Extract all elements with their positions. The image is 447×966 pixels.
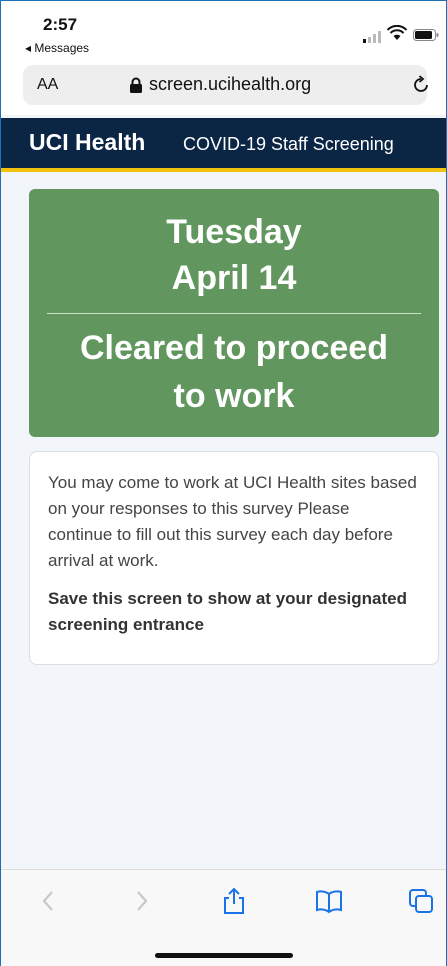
result-day: Tuesday	[166, 213, 302, 251]
brand-logo-text[interactable]: UCI Health	[29, 129, 145, 156]
tabs-icon[interactable]	[406, 886, 436, 916]
browser-address-area: AA screen.ucihealth.org	[1, 59, 446, 115]
signal-icon	[363, 31, 381, 43]
forward-icon[interactable]	[126, 886, 156, 916]
info-card: You may come to work at UCI Health sites…	[29, 451, 439, 665]
result-status-line2: to work	[173, 377, 295, 415]
address-bar[interactable]: AA screen.ucihealth.org	[23, 65, 428, 105]
share-icon[interactable]	[219, 886, 249, 916]
back-icon[interactable]	[34, 886, 64, 916]
url-text[interactable]: screen.ucihealth.org	[149, 74, 311, 95]
status-time: 2:57	[43, 15, 78, 34]
back-to-messages[interactable]: ◂ Messages	[25, 41, 89, 55]
header-subtitle: COVID-19 Staff Screening	[183, 134, 394, 154]
wifi-icon	[387, 25, 407, 40]
battery-icon	[413, 29, 439, 41]
info-message: You may come to work at UCI Health sites…	[48, 473, 417, 570]
reload-icon[interactable]	[411, 75, 431, 95]
result-status-line1: Cleared to proceed	[80, 329, 388, 367]
site-header: UCI Health COVID-19 Staff Screening	[1, 118, 446, 172]
save-screen-note: Save this screen to show at your designa…	[48, 589, 407, 634]
text-size-button[interactable]: AA	[37, 76, 58, 94]
bookmarks-icon[interactable]	[314, 886, 344, 916]
screening-result-card: Tuesday April 14 Cleared to proceed to w…	[29, 189, 439, 437]
result-date: April 14	[171, 259, 297, 297]
lock-icon	[130, 77, 142, 93]
browser-toolbar	[1, 869, 446, 966]
result-divider	[47, 313, 421, 314]
home-indicator	[155, 953, 293, 958]
status-bar: 2:57 ◂ Messages	[1, 1, 446, 59]
